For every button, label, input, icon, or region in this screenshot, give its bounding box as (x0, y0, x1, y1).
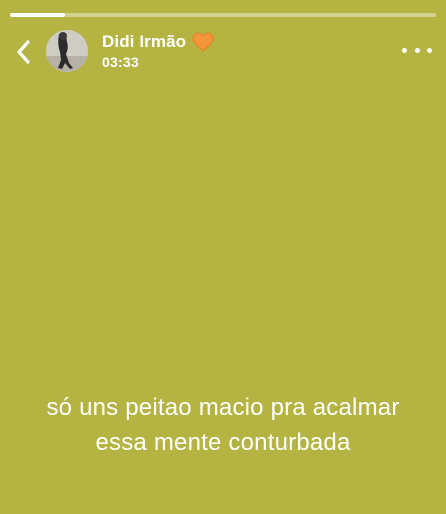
avatar-photo (46, 30, 88, 72)
story-viewer[interactable]: Didi Irmão 03:33 só uns peitao macio pra… (0, 0, 446, 514)
more-horizontal-icon (414, 47, 420, 53)
caption-line: essa mente conturbada (95, 429, 351, 456)
story-progress-fill (10, 13, 66, 17)
back-button[interactable] (10, 34, 38, 70)
more-horizontal-icon (427, 47, 432, 53)
more-horizontal-icon (402, 47, 407, 53)
caption-line: só uns peitao macio pra acalmar (46, 394, 400, 421)
story-caption: só uns peitao macio pra acalmar essa men… (0, 390, 446, 460)
avatar[interactable] (46, 30, 88, 72)
story-author: Didi Irmão (102, 30, 214, 54)
user-name[interactable]: Didi Irmão (102, 32, 186, 52)
orange-heart-icon (192, 32, 214, 52)
story-timestamp: 03:33 (102, 54, 139, 70)
chevron-left-icon (17, 40, 30, 64)
more-options-button[interactable] (402, 40, 432, 60)
story-progress-bar (10, 13, 436, 17)
